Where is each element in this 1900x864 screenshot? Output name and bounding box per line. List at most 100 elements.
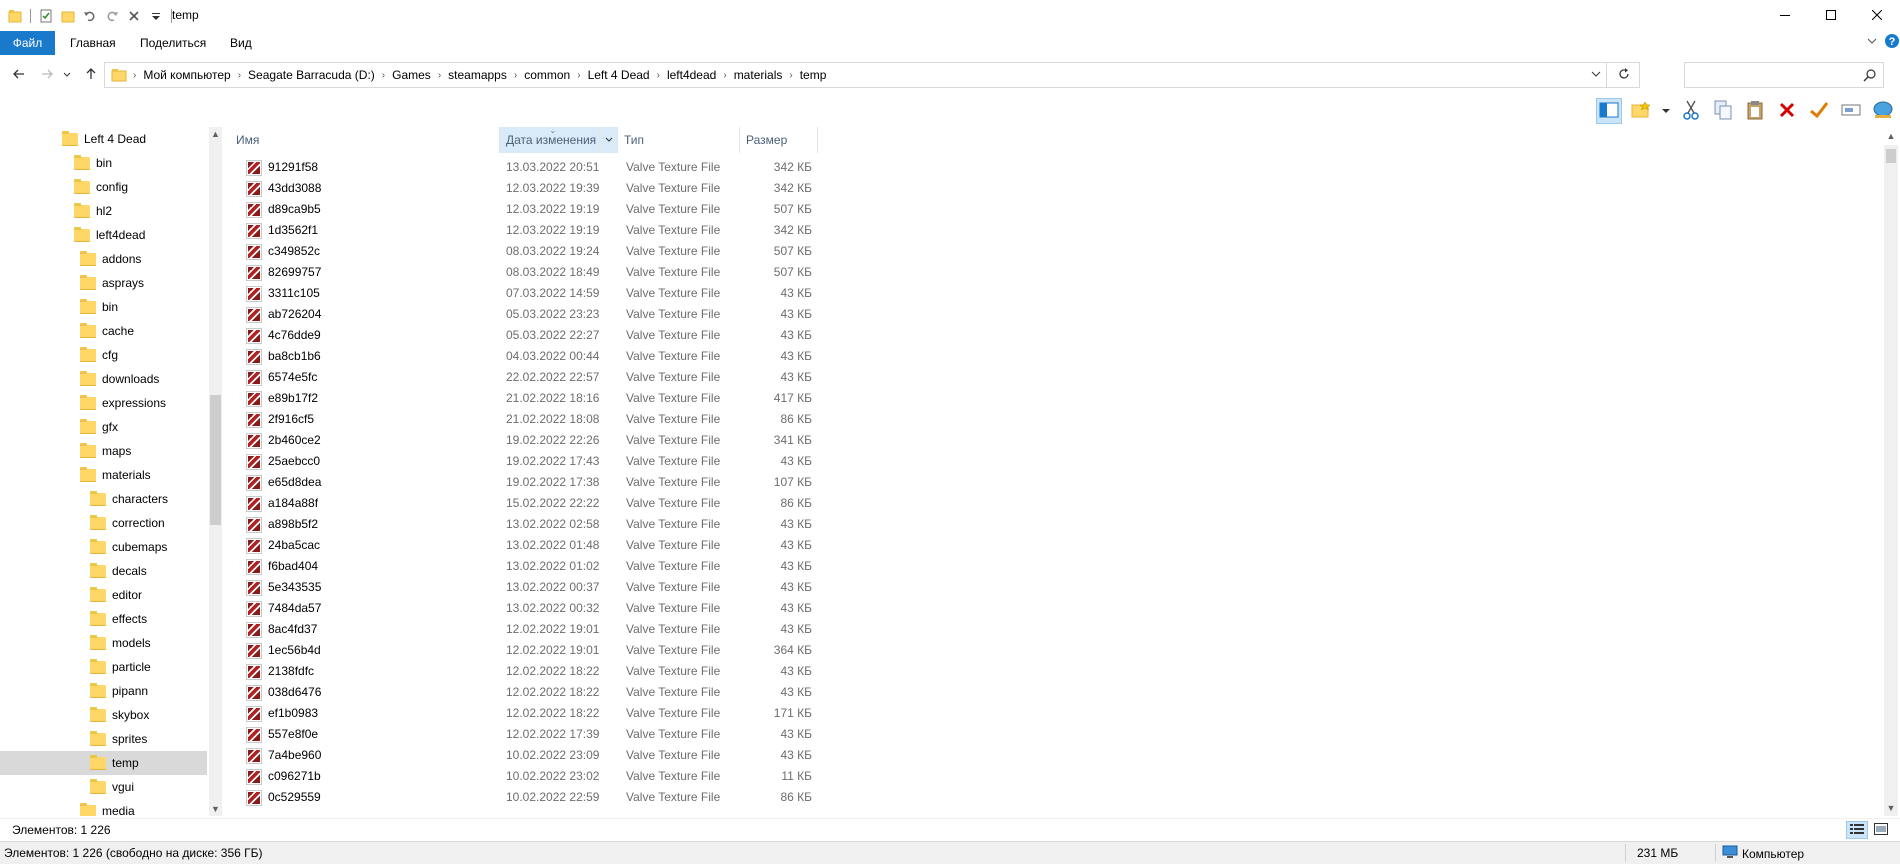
undo-icon[interactable] xyxy=(81,7,99,25)
help-icon[interactable]: ? xyxy=(1884,33,1900,52)
breadcrumb-separator[interactable]: › xyxy=(436,70,443,81)
file-list-scrollbar[interactable]: ▲ ▼ xyxy=(1884,131,1898,816)
address-bar[interactable]: › Мой компьютер › Seagate Barracuda (D:)… xyxy=(104,62,1640,88)
nav-item[interactable]: expressions xyxy=(0,391,207,415)
nav-item[interactable]: vgui xyxy=(0,775,207,799)
breadcrumb-item[interactable]: materials xyxy=(729,68,788,82)
table-row[interactable]: 5e343535 13.02.2022 00:37 Valve Texture Fi… xyxy=(230,577,830,598)
table-row[interactable]: c096271b 10.02.2022 23:02 Valve Texture Fi… xyxy=(230,766,830,787)
breadcrumb-separator[interactable]: › xyxy=(787,70,794,81)
table-row[interactable]: f6bad404 13.02.2022 01:02 Valve Texture Fi… xyxy=(230,556,830,577)
properties-icon[interactable] xyxy=(37,7,55,25)
table-row[interactable]: 2f916cf5 21.02.2022 18:08 Valve Texture Fi… xyxy=(230,409,830,430)
rename-button[interactable] xyxy=(1838,98,1864,124)
scroll-up-arrow[interactable]: ▲ xyxy=(1884,129,1898,143)
table-row[interactable]: 24ba5cac 13.02.2022 01:48 Valve Texture Fi… xyxy=(230,535,830,556)
breadcrumb-separator[interactable]: › xyxy=(721,70,728,81)
up-button[interactable] xyxy=(80,64,102,86)
nav-item[interactable]: cache xyxy=(0,319,207,343)
breadcrumb-item[interactable]: Games xyxy=(387,68,436,82)
breadcrumb-item[interactable]: Left 4 Dead xyxy=(583,68,655,82)
breadcrumb-item[interactable]: temp xyxy=(795,68,832,82)
table-row[interactable]: ba8cb1b6 04.03.2022 00:44 Valve Texture Fi… xyxy=(230,346,830,367)
table-row[interactable]: 7484da57 13.02.2022 00:32 Valve Texture Fi… xyxy=(230,598,830,619)
scroll-down-arrow[interactable]: ▼ xyxy=(1884,801,1898,815)
customize-toolbar-icon[interactable] xyxy=(147,7,165,25)
new-folder-icon[interactable] xyxy=(59,7,77,25)
table-row[interactable]: e65d8dea 19.02.2022 17:38 Valve Texture Fi… xyxy=(230,472,830,493)
breadcrumb-separator[interactable]: › xyxy=(655,70,662,81)
nav-item[interactable]: models xyxy=(0,631,207,655)
breadcrumb-item[interactable]: left4dead xyxy=(662,68,721,82)
table-row[interactable]: 2b460ce2 19.02.2022 22:26 Valve Texture Fi… xyxy=(230,430,830,451)
nav-item[interactable]: hl2 xyxy=(0,199,207,223)
nav-item[interactable]: config xyxy=(0,175,207,199)
table-row[interactable]: e89b17f2 21.02.2022 18:16 Valve Texture Fi… xyxy=(230,388,830,409)
search-icon[interactable] xyxy=(1863,68,1877,85)
nav-item[interactable]: addons xyxy=(0,247,207,271)
nav-item[interactable]: materials xyxy=(0,463,207,487)
network-button[interactable] xyxy=(1870,98,1896,124)
table-row[interactable]: 557e8f0e 12.02.2022 17:39 Valve Texture Fi… xyxy=(230,724,830,745)
nav-item[interactable]: downloads xyxy=(0,367,207,391)
paste-button[interactable] xyxy=(1742,98,1768,124)
breadcrumb-item[interactable]: Seagate Barracuda (D:) xyxy=(243,68,380,82)
checkmark-button[interactable] xyxy=(1806,98,1832,124)
breadcrumb-separator[interactable]: › xyxy=(380,70,387,81)
table-row[interactable]: 038d6476 12.02.2022 18:22 Valve Texture Fi… xyxy=(230,682,830,703)
table-row[interactable]: 4c76dde9 05.03.2022 22:27 Valve Texture Fi… xyxy=(230,325,830,346)
nav-item[interactable]: media xyxy=(0,799,207,816)
column-header-size[interactable]: Размер xyxy=(740,127,818,153)
table-row[interactable]: a184a88f 15.02.2022 22:22 Valve Texture Fi… xyxy=(230,493,830,514)
table-row[interactable]: 82699757 08.03.2022 18:49 Valve Texture Fi… xyxy=(230,262,830,283)
nav-item-selected[interactable]: temp xyxy=(0,751,207,775)
table-row[interactable]: a898b5f2 13.02.2022 02:58 Valve Texture Fi… xyxy=(230,514,830,535)
table-row[interactable]: 0c529559 10.02.2022 22:59 Valve Texture Fi… xyxy=(230,787,830,808)
breadcrumb-item[interactable]: steamapps xyxy=(443,68,512,82)
table-row[interactable]: 3311c105 07.03.2022 14:59 Valve Texture Fi… xyxy=(230,283,830,304)
breadcrumb-separator[interactable]: › xyxy=(575,70,582,81)
cut-button[interactable] xyxy=(1678,98,1704,124)
breadcrumb-item[interactable]: Мой компьютер xyxy=(138,68,235,82)
nav-item[interactable]: bin xyxy=(0,151,207,175)
column-header-name[interactable]: Имя xyxy=(230,127,500,153)
forward-button[interactable] xyxy=(36,64,58,86)
nav-item[interactable]: Left 4 Dead xyxy=(0,127,207,151)
table-row[interactable]: 8ac4fd37 12.02.2022 19:01 Valve Texture Fi… xyxy=(230,619,830,640)
nav-item[interactable]: effects xyxy=(0,607,207,631)
table-row[interactable]: 1d3562f1 12.03.2022 19:19 Valve Texture Fi… xyxy=(230,220,830,241)
nav-item[interactable]: decals xyxy=(0,559,207,583)
nav-item[interactable]: bin xyxy=(0,295,207,319)
scrollbar-thumb[interactable] xyxy=(1886,149,1896,163)
nav-item[interactable]: maps xyxy=(0,439,207,463)
tab-home[interactable]: Главная xyxy=(60,31,126,55)
refresh-button[interactable] xyxy=(1609,63,1639,87)
copy-button[interactable] xyxy=(1710,98,1736,124)
new-folder-dropdown[interactable] xyxy=(1660,98,1672,124)
delete-icon[interactable] xyxy=(125,7,143,25)
nav-item[interactable]: sprites xyxy=(0,727,207,751)
breadcrumb-item[interactable]: common xyxy=(519,68,575,82)
nav-item[interactable]: correction xyxy=(0,511,207,535)
maximize-button[interactable] xyxy=(1808,0,1854,31)
large-icons-view-button[interactable] xyxy=(1870,821,1892,839)
minimize-button[interactable] xyxy=(1762,0,1808,31)
nav-item[interactable]: pipann xyxy=(0,679,207,703)
table-row[interactable]: 43dd3088 12.03.2022 19:39 Valve Texture Fi… xyxy=(230,178,830,199)
search-input[interactable] xyxy=(1685,63,1855,87)
scroll-down-arrow[interactable]: ▼ xyxy=(209,802,222,816)
scrollbar-thumb[interactable] xyxy=(210,395,221,525)
column-header-date[interactable]: ⌄ Дата изменения xyxy=(500,127,600,153)
table-row[interactable]: 7a4be960 10.02.2022 23:09 Valve Texture Fi… xyxy=(230,745,830,766)
scroll-up-arrow[interactable]: ▲ xyxy=(209,127,222,141)
table-row[interactable]: 91291f58 13.03.2022 20:51 Valve Texture Fi… xyxy=(230,157,830,178)
table-row[interactable]: 25aebcc0 19.02.2022 17:43 Valve Texture Fi… xyxy=(230,451,830,472)
nav-item[interactable]: particle xyxy=(0,655,207,679)
nav-item[interactable]: characters xyxy=(0,487,207,511)
expand-ribbon-icon[interactable] xyxy=(1866,35,1878,50)
new-folder-button[interactable] xyxy=(1628,98,1654,124)
nav-item[interactable]: gfx xyxy=(0,415,207,439)
nav-item[interactable]: left4dead xyxy=(0,223,207,247)
nav-item[interactable]: skybox xyxy=(0,703,207,727)
redo-icon[interactable] xyxy=(103,7,121,25)
